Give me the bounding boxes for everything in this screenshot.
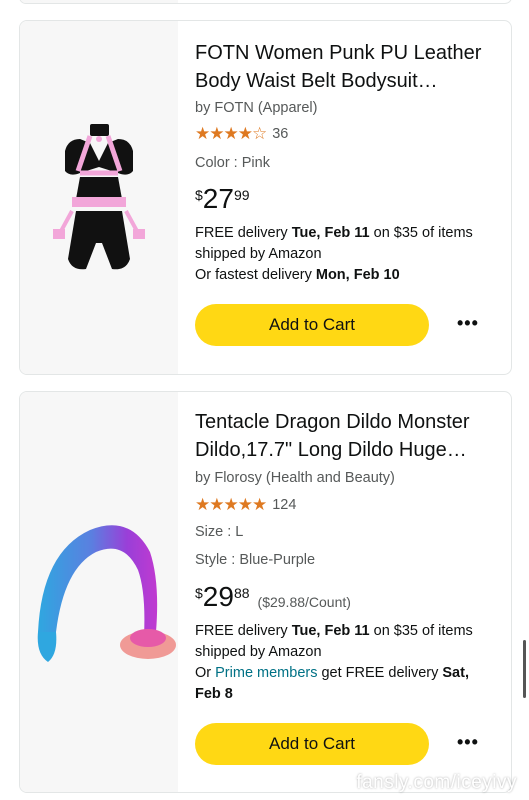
- price: $ 29 88 ($29.88/Count): [195, 582, 351, 612]
- product-title[interactable]: Tentacle Dragon Dildo Monster Dildo,17.7…: [195, 408, 470, 464]
- scrollbar[interactable]: [523, 640, 526, 698]
- harness-bodysuit-image: [53, 124, 145, 270]
- prime-delivery-date: Sat,: [442, 665, 469, 681]
- product-title-line1[interactable]: Tentacle Dragon Dildo Monster: [195, 408, 470, 436]
- prime-delivery-date-cont: Feb 8: [195, 686, 233, 702]
- delivery-free-text: FREE delivery: [195, 225, 292, 241]
- price-fraction: 88: [233, 585, 250, 601]
- delivery-info: FREE delivery Tue, Feb 11 on $35 of item…: [195, 223, 505, 286]
- price-whole: 27: [202, 183, 234, 214]
- price: $ 27 99: [195, 184, 250, 214]
- star-rating-icon: ★★★★☆: [195, 124, 267, 143]
- star-rating-icon: ★★★★★: [195, 495, 267, 514]
- review-count: 124: [272, 497, 297, 513]
- previous-product-image-area: [20, 0, 178, 3]
- delivery-free-text: FREE delivery: [195, 623, 292, 639]
- price-symbol: $: [195, 187, 203, 203]
- rating[interactable]: ★★★★★ 124: [195, 495, 296, 515]
- color-attribute: Color : Pink: [195, 155, 270, 171]
- watermark: fansly.com/iceyivy: [356, 772, 517, 793]
- delivery-info: FREE delivery Tue, Feb 11 on $35 of item…: [195, 621, 505, 705]
- size-attribute: Size : L: [195, 524, 244, 540]
- price-fraction: 99: [233, 187, 250, 203]
- delivery-threshold: on $35 of items: [369, 225, 473, 241]
- brand-label: by FOTN (Apparel): [195, 100, 318, 116]
- product-image-area[interactable]: [20, 21, 178, 374]
- rating[interactable]: ★★★★☆ 36: [195, 124, 288, 144]
- style-attribute: Style : Blue-Purple: [195, 552, 316, 568]
- delivery-line-1: FREE delivery Tue, Feb 11 on $35 of item…: [195, 223, 505, 244]
- prime-members-link[interactable]: Prime members: [215, 665, 317, 681]
- product-title-line2[interactable]: Dildo,17.7" Long Dildo Huge…: [195, 436, 470, 464]
- prime-free-delivery-text: get FREE delivery: [317, 665, 443, 681]
- delivery-date: Tue, Feb 11: [291, 225, 370, 241]
- delivery-line-1: FREE delivery Tue, Feb 11 on $35 of item…: [195, 621, 505, 642]
- brand-label: by Florosy (Health and Beauty): [195, 470, 395, 486]
- more-options-icon[interactable]: •••: [457, 732, 479, 753]
- unit-price: ($29.88/Count): [257, 594, 351, 610]
- price-whole: 29: [202, 581, 234, 612]
- previous-product-card: [19, 0, 512, 4]
- delivery-line-3: Or fastest delivery Mon, Feb 10: [195, 265, 505, 286]
- delivery-line-3: Or Prime members get FREE delivery Sat,: [195, 663, 505, 684]
- tentacle-product-image: [37, 525, 176, 662]
- product-image-area[interactable]: [20, 392, 178, 792]
- add-to-cart-button[interactable]: Add to Cart: [195, 304, 429, 346]
- product-title-line1[interactable]: FOTN Women Punk PU Leather: [195, 39, 481, 67]
- product-card[interactable]: Tentacle Dragon Dildo Monster Dildo,17.7…: [19, 391, 512, 793]
- fastest-delivery-date: Mon, Feb 10: [315, 267, 400, 283]
- product-card[interactable]: FOTN Women Punk PU Leather Body Waist Be…: [19, 20, 512, 375]
- prime-or-text: Or: [195, 665, 216, 681]
- price-symbol: $: [195, 585, 203, 601]
- delivery-line-4: Feb 8: [195, 684, 505, 705]
- delivery-threshold: on $35 of items: [369, 623, 473, 639]
- product-title[interactable]: FOTN Women Punk PU Leather Body Waist Be…: [195, 39, 481, 95]
- fastest-delivery-text: Or fastest delivery: [195, 267, 316, 283]
- product-title-line2[interactable]: Body Waist Belt Bodysuit…: [195, 67, 481, 95]
- delivery-date: Tue, Feb 11: [291, 623, 370, 639]
- delivery-line-2: shipped by Amazon: [195, 644, 322, 660]
- more-options-icon[interactable]: •••: [457, 313, 479, 334]
- add-to-cart-button[interactable]: Add to Cart: [195, 723, 429, 765]
- delivery-line-2: shipped by Amazon: [195, 246, 322, 262]
- review-count: 36: [272, 126, 289, 142]
